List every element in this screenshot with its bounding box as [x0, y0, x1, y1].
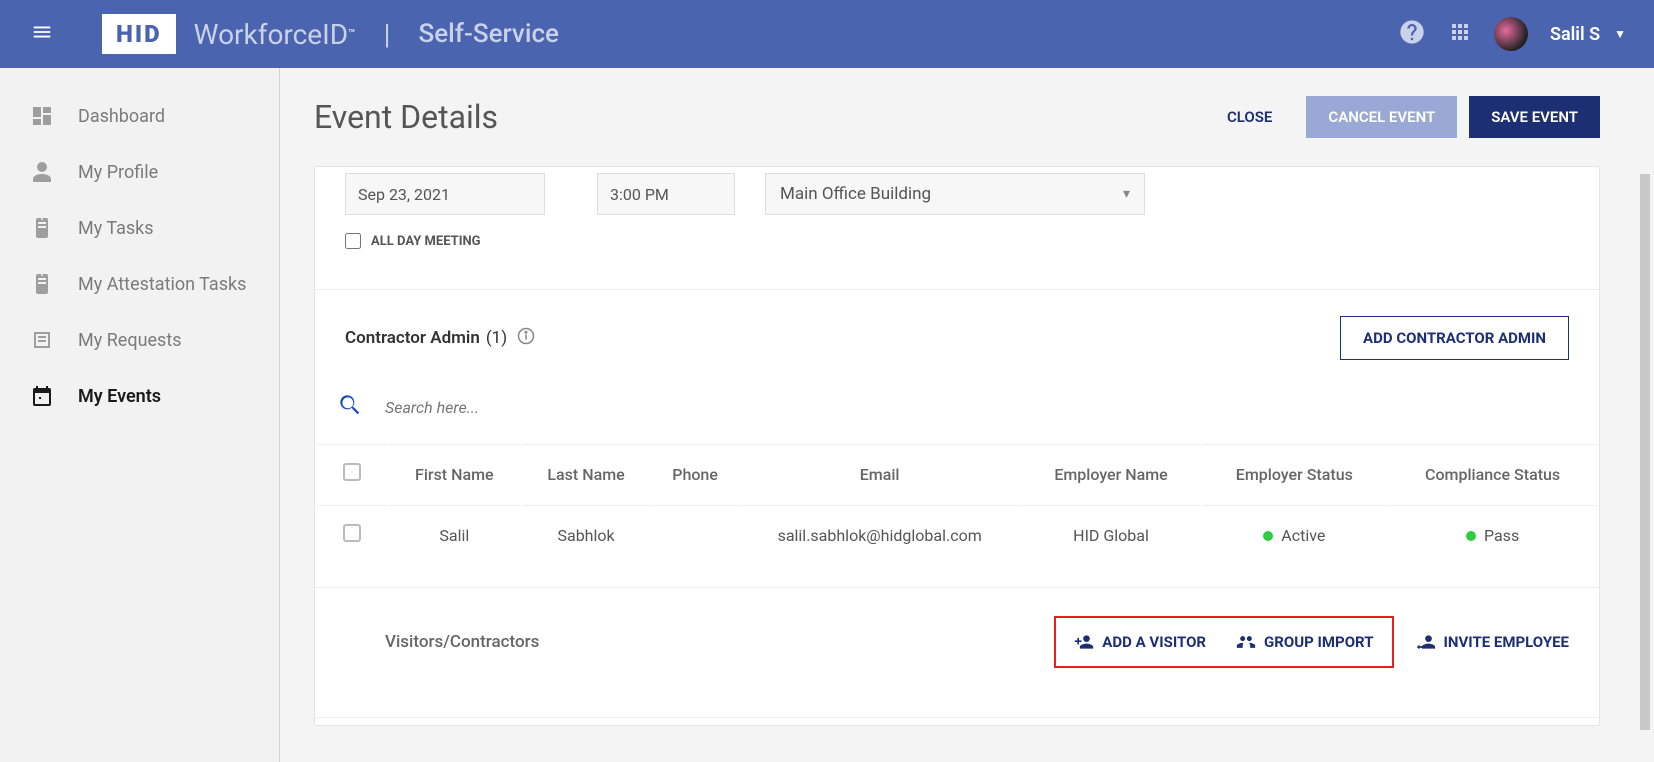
sidebar-item-tasks[interactable]: My Tasks — [0, 200, 279, 256]
compliance-status-text: Pass — [1484, 526, 1519, 545]
all-day-checkbox-row[interactable]: ALL DAY MEETING — [315, 215, 1599, 289]
contractor-table: First Name Last Name Phone Email Employe… — [315, 442, 1599, 566]
visitors-section: Visitors/Contractors ADD A VISITOR GROUP… — [315, 587, 1599, 696]
add-contractor-admin-button[interactable]: ADD CONTRACTOR ADMIN — [1340, 316, 1569, 360]
sidebar-item-label: My Tasks — [78, 218, 154, 239]
contractor-admin-title: Contractor Admin — [345, 328, 480, 348]
menu-icon[interactable] — [28, 21, 56, 47]
highlighted-actions: ADD A VISITOR GROUP IMPORT — [1054, 616, 1393, 668]
cancel-event-button[interactable]: CANCEL EVENT — [1306, 96, 1457, 138]
event-location-select[interactable]: Main Office Building ▾ — [765, 173, 1145, 215]
event-time-value: 3:00 PM — [610, 185, 669, 204]
cell-last-name: Sabhlok — [522, 505, 651, 564]
cell-compliance-status: Pass — [1388, 505, 1597, 564]
event-date-field[interactable]: Sep 23, 2021 — [345, 173, 545, 215]
col-phone: Phone — [652, 444, 737, 503]
brand-workforce: WorkforceID — [194, 18, 349, 51]
col-first-name: First Name — [389, 444, 520, 503]
invite-employee-button[interactable]: INVITE EMPLOYEE — [1416, 632, 1569, 652]
help-icon[interactable] — [1398, 18, 1426, 50]
invite-employee-label: INVITE EMPLOYEE — [1444, 633, 1569, 651]
sidebar-item-events[interactable]: My Events — [0, 368, 279, 424]
col-last-name: Last Name — [522, 444, 651, 503]
brand-separator: | — [384, 18, 391, 51]
cell-employer-status: Active — [1202, 505, 1386, 564]
tasks-icon — [30, 216, 54, 240]
contractor-search-row — [315, 386, 1599, 442]
add-visitor-button[interactable]: ADD A VISITOR — [1074, 632, 1206, 652]
chevron-down-icon[interactable]: ▼ — [1614, 27, 1626, 41]
updown-icon: ▾ — [1123, 186, 1130, 202]
event-details-card: Sep 23, 2021 3:00 PM Main Office Buildin… — [314, 166, 1600, 726]
cell-employer-name: HID Global — [1022, 505, 1201, 564]
user-avatar[interactable] — [1494, 17, 1528, 51]
requests-icon — [30, 328, 54, 352]
sidebar-item-label: My Profile — [78, 162, 158, 183]
events-icon — [30, 384, 54, 408]
app-header: HID WorkforceID™ | Self-Service Salil S … — [0, 0, 1654, 68]
info-icon[interactable] — [517, 327, 535, 349]
sidebar-item-attestation[interactable]: My Attestation Tasks — [0, 256, 279, 312]
event-location-value: Main Office Building — [780, 184, 931, 204]
brand-block: HID WorkforceID™ | Self-Service — [102, 14, 559, 54]
hid-logo: HID — [102, 14, 176, 54]
page-title: Event Details — [314, 98, 498, 136]
all-day-label: ALL DAY MEETING — [371, 234, 481, 249]
cell-first-name: Salil — [389, 505, 520, 564]
sidebar-item-profile[interactable]: My Profile — [0, 144, 279, 200]
col-compliance-status: Compliance Status — [1388, 444, 1597, 503]
trademark-symbol: ™ — [348, 26, 356, 40]
col-employer-status: Employer Status — [1202, 444, 1386, 503]
table-row[interactable]: Salil Sabhlok salil.sabhlok@hidglobal.co… — [317, 505, 1597, 564]
attestation-icon — [30, 272, 54, 296]
sidebar-item-label: My Events — [78, 386, 161, 407]
sidebar-item-dashboard[interactable]: Dashboard — [0, 88, 279, 144]
close-button[interactable]: CLOSE — [1205, 96, 1294, 138]
add-visitor-label: ADD A VISITOR — [1102, 633, 1206, 651]
contractor-admin-section: Contractor Admin (1) ADD CONTRACTOR ADMI… — [315, 290, 1599, 386]
scrollbar[interactable] — [1640, 174, 1650, 730]
col-employer-name: Employer Name — [1022, 444, 1201, 503]
contractor-search-input[interactable] — [385, 398, 785, 417]
app-name: Self-Service — [419, 19, 559, 49]
visitors-title: Visitors/Contractors — [345, 632, 539, 652]
group-import-label: GROUP IMPORT — [1264, 633, 1373, 651]
sidebar-item-label: My Attestation Tasks — [78, 274, 246, 295]
sidebar: Dashboard My Profile My Tasks My Attesta… — [0, 68, 280, 762]
search-icon[interactable] — [337, 392, 363, 422]
row-checkbox[interactable] — [343, 524, 361, 542]
event-datetime-row: Sep 23, 2021 3:00 PM Main Office Buildin… — [315, 167, 1599, 215]
event-time-field[interactable]: 3:00 PM — [597, 173, 735, 215]
save-event-button[interactable]: SAVE EVENT — [1469, 96, 1600, 138]
sidebar-item-label: My Requests — [78, 330, 182, 351]
cell-phone — [652, 505, 737, 564]
user-name-label[interactable]: Salil S — [1550, 24, 1600, 45]
col-email: Email — [740, 444, 1020, 503]
all-day-checkbox[interactable] — [345, 233, 361, 249]
apps-icon[interactable] — [1448, 20, 1472, 48]
sidebar-item-label: Dashboard — [78, 106, 165, 127]
header-actions: Salil S ▼ — [1398, 17, 1626, 51]
table-header-row: First Name Last Name Phone Email Employe… — [317, 444, 1597, 503]
contractor-admin-count: (1) — [486, 328, 507, 348]
dashboard-icon — [30, 104, 54, 128]
event-date-value: Sep 23, 2021 — [358, 185, 450, 204]
cell-email: salil.sabhlok@hidglobal.com — [740, 505, 1020, 564]
select-all-checkbox[interactable] — [343, 463, 361, 481]
main-content: Event Details CLOSE CANCEL EVENT SAVE EV… — [280, 68, 1634, 762]
employer-status-text: Active — [1281, 526, 1325, 545]
group-import-button[interactable]: GROUP IMPORT — [1236, 632, 1373, 652]
status-dot-icon — [1263, 531, 1273, 541]
profile-icon — [30, 160, 54, 184]
sidebar-item-requests[interactable]: My Requests — [0, 312, 279, 368]
page-header: Event Details CLOSE CANCEL EVENT SAVE EV… — [314, 96, 1600, 138]
status-dot-icon — [1466, 531, 1476, 541]
